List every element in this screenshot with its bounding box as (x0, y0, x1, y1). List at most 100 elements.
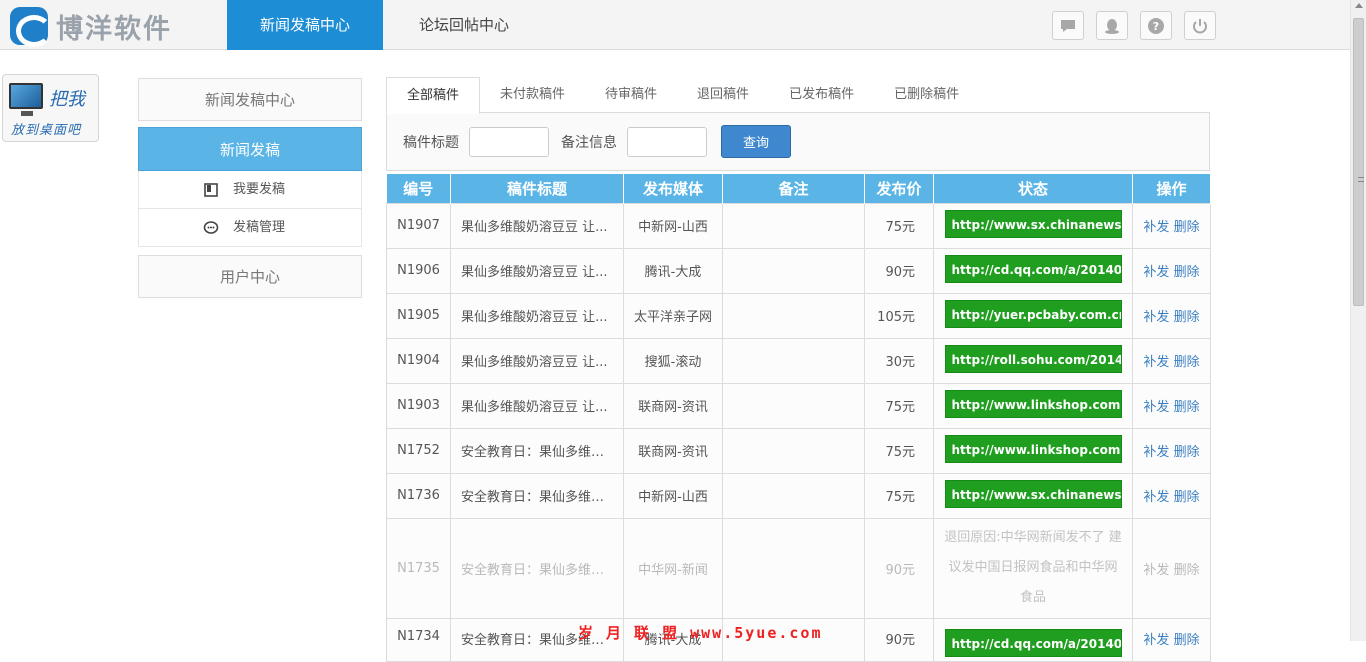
table-row: N1905 果仙多维酸奶溶豆豆 让... 太平洋亲子网 105元 http://… (386, 292, 1211, 339)
cell-media: 中新网-山西 (623, 202, 723, 249)
desk-badge-line1: 把我 (49, 89, 85, 110)
resend-link[interactable]: 补发 (1143, 265, 1169, 280)
cell-title[interactable]: 安全教育日：果仙多维倡... (450, 472, 624, 519)
published-link[interactable]: http://cd.qq.com/a/20140325 (944, 628, 1122, 657)
help-button[interactable]: ? (1140, 11, 1172, 40)
resend-link[interactable]: 补发 (1143, 633, 1169, 648)
cell-note (722, 472, 865, 519)
cell-title[interactable]: 果仙多维酸奶溶豆豆 让... (450, 382, 624, 429)
table-row: N1907 果仙多维酸奶溶豆豆 让... 中新网-山西 75元 http://w… (386, 202, 1211, 249)
tab-returned[interactable]: 退回稿件 (677, 77, 769, 113)
cell-id: N1907 (386, 202, 451, 249)
tab-all[interactable]: 全部稿件 (386, 77, 481, 114)
nav-forum-center[interactable]: 论坛回帖中心 (391, 0, 537, 50)
cell-status: http://cd.qq.com/a/20140410 (933, 247, 1133, 294)
col-status: 状态 (933, 174, 1133, 203)
col-price: 发布价 (864, 174, 934, 203)
resend-link[interactable]: 补发 (1143, 220, 1169, 235)
published-link[interactable]: http://roll.sohu.com/2014041 (944, 344, 1122, 373)
delete-link[interactable]: 删除 (1174, 445, 1200, 460)
delete-link[interactable]: 删除 (1174, 310, 1200, 325)
resend-link[interactable]: 补发 (1143, 355, 1169, 370)
cell-status: http://www.linkshop.com.cn/ (933, 382, 1133, 429)
nav-news-center[interactable]: 新闻发稿中心 (227, 0, 383, 50)
cell-media: 腾讯-大成 (623, 247, 723, 294)
published-link[interactable]: http://www.linkshop.com.cn/ (944, 434, 1122, 463)
vertical-scrollbar[interactable] (1350, 0, 1366, 641)
cell-note (722, 202, 865, 249)
title-input[interactable] (469, 126, 549, 157)
monitor-icon (9, 83, 43, 109)
table-row: N1735 安全教育日：果仙多维倡... 中华网-新闻 90元 退回原因:中华网… (386, 517, 1211, 619)
resend-link[interactable]: 补发 (1143, 445, 1169, 460)
scrollbar-thumb[interactable] (1353, 18, 1364, 306)
title-label: 稿件标题 (403, 134, 459, 151)
delete-link[interactable]: 删除 (1174, 400, 1200, 415)
tab-unpaid[interactable]: 未付款稿件 (480, 77, 585, 113)
cell-status: http://www.sx.chinanews.com (933, 202, 1133, 249)
sidebar-item-submit[interactable]: 我要发稿 (138, 171, 362, 209)
top-icon-group: ? (1052, 11, 1216, 40)
cell-media: 中华网-新闻 (623, 517, 723, 619)
delete-link[interactable]: 删除 (1174, 220, 1200, 235)
power-button[interactable] (1184, 11, 1216, 40)
cell-title[interactable]: 安全教育日：果仙多维倡... (450, 427, 624, 474)
sidebar-header[interactable]: 新闻发稿中心 (138, 78, 362, 121)
logo[interactable]: 博洋软件 (10, 6, 172, 47)
published-link[interactable]: http://yuer.pcbaby.com.cn/14 (944, 299, 1122, 328)
published-link[interactable]: http://www.sx.chinanews.com (944, 479, 1122, 508)
chat-button[interactable] (1052, 11, 1084, 40)
sidebar-item-user-center[interactable]: 用户中心 (138, 255, 362, 298)
delete-link[interactable]: 删除 (1174, 265, 1200, 280)
chat-icon (1061, 19, 1075, 32)
cell-price: 30元 (864, 337, 934, 384)
tab-published[interactable]: 已发布稿件 (769, 77, 874, 113)
resend-link[interactable]: 补发 (1143, 490, 1169, 505)
cell-status: http://roll.sohu.com/2014041 (933, 337, 1133, 384)
resend-link[interactable]: 补发 (1143, 400, 1169, 415)
cell-title[interactable]: 安全教育日：果仙多维倡... (450, 517, 624, 619)
query-button[interactable]: 查询 (721, 125, 791, 158)
delete-link[interactable]: 删除 (1174, 355, 1200, 370)
sidebar: 新闻发稿中心 新闻发稿 我要发稿 发稿管理 用户中心 (138, 78, 362, 298)
published-link[interactable]: http://www.sx.chinanews.com (944, 209, 1122, 238)
resend-link[interactable]: 补发 (1143, 563, 1169, 578)
status-tabs: 全部稿件 未付款稿件 待审稿件 退回稿件 已发布稿件 已删除稿件 (386, 77, 1210, 114)
scroll-up-arrow-icon[interactable] (1355, 3, 1363, 8)
cell-title[interactable]: 果仙多维酸奶溶豆豆 让... (450, 292, 624, 339)
tab-deleted[interactable]: 已删除稿件 (874, 77, 979, 113)
tab-pending[interactable]: 待审稿件 (585, 77, 677, 113)
resend-link[interactable]: 补发 (1143, 310, 1169, 325)
sidebar-item-news-release[interactable]: 新闻发稿 (138, 127, 362, 171)
cell-price: 105元 (864, 292, 934, 339)
table-row: N1904 果仙多维酸奶溶豆豆 让... 搜狐-滚动 30元 http://ro… (386, 337, 1211, 384)
power-icon (1193, 18, 1207, 33)
delete-link[interactable]: 删除 (1174, 490, 1200, 505)
cell-id: N1903 (386, 382, 451, 429)
document-icon (204, 182, 218, 197)
cell-media: 联商网-资讯 (623, 427, 723, 474)
delete-link[interactable]: 删除 (1174, 633, 1200, 648)
delete-link[interactable]: 删除 (1174, 563, 1200, 578)
col-id: 编号 (386, 174, 451, 203)
published-link[interactable]: http://www.linkshop.com.cn/ (944, 389, 1122, 418)
cell-title[interactable]: 果仙多维酸奶溶豆豆 让... (450, 247, 624, 294)
desk-badge-line2: 放到桌面吧 (11, 123, 82, 138)
col-title: 稿件标题 (450, 174, 624, 203)
cell-ops: 补发 删除 (1132, 472, 1211, 519)
published-link[interactable]: http://cd.qq.com/a/20140410 (944, 254, 1122, 283)
sidebar-item-manage[interactable]: 发稿管理 (138, 209, 362, 247)
speech-bubble-icon (203, 220, 219, 234)
cell-status: http://yuer.pcbaby.com.cn/14 (933, 292, 1133, 339)
cell-title[interactable]: 果仙多维酸奶溶豆豆 让... (450, 337, 624, 384)
cell-price: 75元 (864, 202, 934, 249)
save-to-desktop-badge[interactable]: 把我 放到桌面吧 (2, 74, 99, 142)
cell-media: 中新网-山西 (623, 472, 723, 519)
main-nav: 新闻发稿中心 论坛回帖中心 (227, 0, 537, 50)
qq-penguin-icon (1105, 18, 1119, 34)
qq-button[interactable] (1096, 11, 1128, 40)
table-row: N1906 果仙多维酸奶溶豆豆 让... 腾讯-大成 90元 http://cd… (386, 247, 1211, 294)
cell-title[interactable]: 果仙多维酸奶溶豆豆 让... (450, 202, 624, 249)
cell-price: 90元 (864, 517, 934, 619)
note-input[interactable] (627, 126, 707, 157)
